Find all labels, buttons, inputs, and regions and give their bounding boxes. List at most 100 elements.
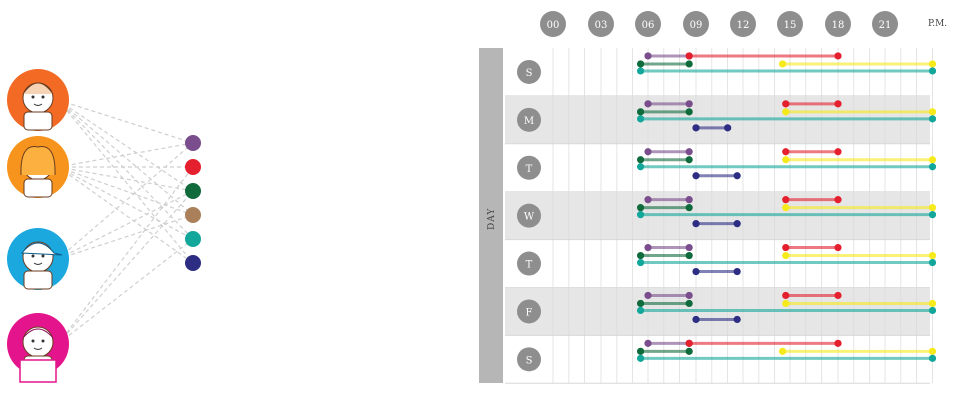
- segment-end-dot: [733, 172, 741, 180]
- hour-header-12: 12: [730, 11, 756, 37]
- eye-icon: [31, 339, 35, 343]
- family-schedule-diagram: DAY 00 03 06 09 12 15 18 21 P.M. S M T W T F S: [7, 11, 947, 384]
- segment-end-dot: [928, 354, 937, 362]
- segment-start-dot: [636, 60, 645, 68]
- hour-header-21: 21: [872, 11, 898, 37]
- segment-start-dot: [692, 124, 700, 132]
- segment-start-dot: [636, 163, 645, 171]
- segment-start-dot: [636, 251, 645, 260]
- segment-teal: [636, 163, 937, 171]
- eye-icon: [31, 254, 35, 258]
- segment-purple: [644, 243, 693, 252]
- hour-header-15: 15: [777, 11, 803, 37]
- segment-start-dot: [644, 243, 652, 252]
- connector-line: [57, 99, 194, 240]
- hour-label: 15: [784, 20, 797, 31]
- segment-start-dot: [644, 52, 652, 60]
- pm-label: P.M.: [928, 19, 947, 29]
- day-badge: W: [517, 203, 541, 228]
- segment-end-dot: [685, 108, 693, 116]
- hour-label: 09: [690, 20, 703, 31]
- connector-line: [57, 166, 194, 240]
- segment-start-dot: [644, 100, 652, 108]
- segment-start-dot: [644, 148, 652, 156]
- segment-end-dot: [685, 156, 693, 164]
- segment-end-dot: [928, 67, 937, 75]
- segment-end-dot: [928, 156, 937, 164]
- connector-line: [57, 142, 194, 168]
- legend-dot-green: [185, 183, 201, 199]
- boy-avatar: [7, 228, 69, 290]
- segment-start-dot: [692, 267, 700, 276]
- segment-yellow: [778, 60, 937, 68]
- segment-start-dot: [636, 67, 645, 75]
- segment-end-dot: [685, 148, 693, 156]
- hour-label: 21: [879, 20, 892, 31]
- segment-end-dot: [685, 251, 693, 260]
- segment-end-dot: [928, 163, 937, 171]
- eye-icon: [31, 95, 35, 99]
- day-label: M: [524, 116, 534, 127]
- segment-start-dot: [782, 100, 790, 108]
- segment-navy: [692, 172, 741, 180]
- segment-end-dot: [685, 299, 693, 308]
- segment-end-dot: [834, 339, 842, 347]
- segment-end-dot: [928, 306, 937, 315]
- eye-icon: [41, 254, 45, 258]
- day-label: T: [526, 260, 533, 271]
- segment-end-dot: [834, 148, 842, 156]
- segment-start-dot: [636, 258, 645, 267]
- segment-red: [685, 339, 842, 347]
- connector-line: [57, 214, 194, 260]
- segment-start-dot: [782, 299, 790, 308]
- segment-red: [685, 52, 842, 60]
- body-icon: [23, 111, 53, 131]
- laptop-icon: [19, 359, 57, 383]
- segment-end-dot: [928, 211, 937, 219]
- day-badge: T: [517, 251, 541, 276]
- legend-dot-navy: [185, 255, 201, 271]
- segment-end-dot: [733, 220, 741, 228]
- hour-header-row: 00 03 06 09 12 15 18 21: [540, 11, 898, 37]
- connector-line: [57, 238, 194, 345]
- segment-green: [636, 60, 693, 68]
- hour-header-06: 06: [635, 11, 661, 37]
- segment-start-dot: [636, 211, 645, 219]
- segment-end-dot: [733, 267, 741, 276]
- segment-purple: [644, 148, 693, 156]
- segment-start-dot: [636, 115, 645, 123]
- segment-end-dot: [928, 258, 937, 267]
- segment-end-dot: [685, 243, 693, 252]
- segment-start-dot: [778, 347, 787, 355]
- eye-icon: [41, 95, 45, 99]
- segment-green: [636, 347, 693, 355]
- segment-start-dot: [685, 339, 693, 347]
- segment-start-dot: [636, 108, 645, 116]
- segment-start-dot: [636, 347, 645, 355]
- segment-start-dot: [692, 220, 700, 228]
- activity-color-legend: [185, 135, 201, 271]
- segment-start-dot: [782, 204, 790, 212]
- segment-end-dot: [928, 108, 937, 116]
- segment-start-dot: [778, 60, 787, 68]
- day-label: T: [526, 164, 533, 175]
- segment-end-dot: [928, 204, 937, 212]
- day-badge: S: [517, 59, 541, 84]
- segment-start-dot: [782, 196, 790, 204]
- hour-header-18: 18: [825, 11, 851, 37]
- segment-start-dot: [636, 306, 645, 315]
- hour-label: 00: [547, 20, 560, 31]
- legend-dot-purple: [185, 135, 201, 151]
- legend-dot-brown: [185, 207, 201, 223]
- segment-start-dot: [644, 196, 652, 204]
- hour-header-03: 03: [588, 11, 614, 37]
- hour-header-00: 00: [540, 11, 566, 37]
- segment-teal: [636, 258, 937, 267]
- day-badge: M: [517, 107, 541, 132]
- segment-start-dot: [636, 299, 645, 308]
- segment-end-dot: [834, 196, 842, 204]
- connector-line: [57, 166, 194, 216]
- eye-icon: [41, 339, 45, 343]
- segment-end-dot: [928, 251, 937, 260]
- segment-end-dot: [928, 60, 937, 68]
